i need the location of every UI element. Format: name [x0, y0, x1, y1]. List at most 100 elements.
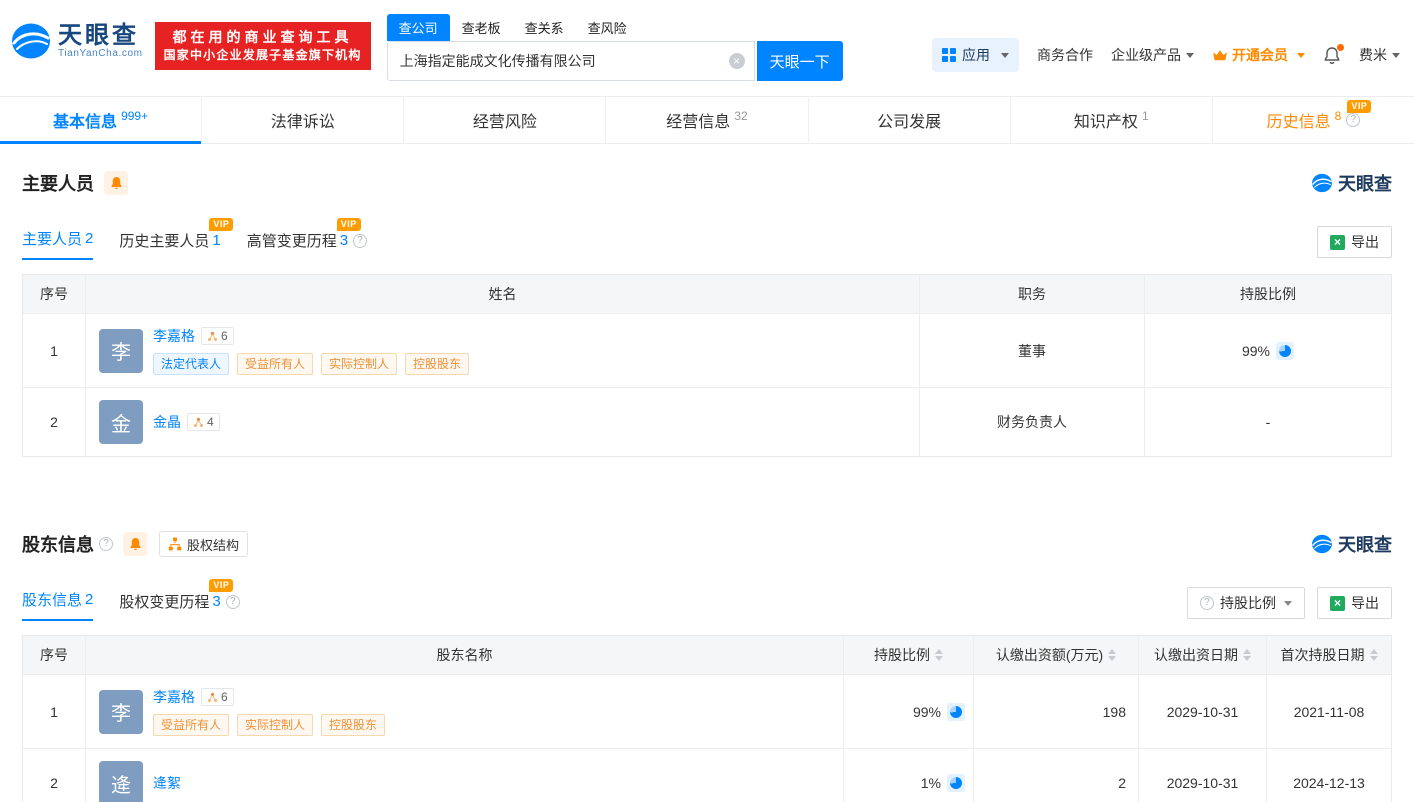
first-date-cell: 2021-11-08: [1267, 675, 1391, 748]
header-nav: 应用 商务合作 企业级产品 开通会员 费米: [932, 38, 1400, 72]
username: 费米: [1359, 45, 1387, 65]
apps-grid-icon: [942, 48, 956, 62]
tab-operating-risk[interactable]: 经营风险: [403, 97, 605, 143]
table-row: 1 李 李嘉格 6: [23, 313, 1391, 387]
caret-down-icon: [1186, 53, 1194, 58]
search-tab-boss[interactable]: 查老板: [450, 14, 513, 41]
col-header-subscribe-date[interactable]: 认缴出资日期: [1139, 636, 1267, 674]
tab-label: 基本信息: [53, 108, 117, 132]
relation-graph-badge[interactable]: 6: [201, 327, 234, 345]
subtab-shareholders[interactable]: 股东信息 2: [22, 589, 93, 621]
avatar[interactable]: 逄: [99, 761, 143, 802]
search-tab-risk[interactable]: 查风险: [576, 14, 639, 41]
search-input[interactable]: [387, 41, 755, 81]
col-header-amount[interactable]: 认缴出资额(万元): [974, 636, 1139, 674]
search-button[interactable]: 天眼一下: [757, 41, 843, 81]
person-tag[interactable]: 受益所有人: [237, 353, 313, 375]
relation-graph-badge[interactable]: 4: [187, 413, 220, 431]
pie-chart-icon[interactable]: [947, 703, 965, 721]
sort-icon[interactable]: [1243, 649, 1251, 661]
col-header-first-date[interactable]: 首次持股日期: [1267, 636, 1391, 674]
row-no: 2: [23, 388, 86, 456]
export-button[interactable]: 导出: [1317, 587, 1392, 619]
subtab-label: 股东信息: [22, 589, 82, 610]
tab-company-development[interactable]: 公司发展: [808, 97, 1010, 143]
shareholder-link[interactable]: 李嘉格: [153, 687, 195, 707]
nav-business-cooperation[interactable]: 商务合作: [1037, 45, 1093, 65]
tianyancha-logo[interactable]: 天眼查 TianYanCha.com: [10, 22, 143, 60]
shareholder-link[interactable]: 逄絮: [153, 773, 181, 793]
avatar[interactable]: 金: [99, 400, 143, 444]
col-header-ratio[interactable]: 持股比例: [844, 636, 974, 674]
tab-operating-info[interactable]: 经营信息 32: [605, 97, 807, 143]
person-tag[interactable]: 控股股东: [321, 714, 385, 736]
person-cell: 李 李嘉格 6: [86, 314, 920, 387]
avatar[interactable]: 李: [99, 690, 143, 734]
tianyancha-logo-icon: [1311, 534, 1333, 554]
table-row: 2 逄 逄絮 1% 2 2029-10-31 2024-12-13: [23, 748, 1391, 802]
org-chart-icon: [168, 537, 182, 551]
caret-down-icon: [1297, 53, 1305, 58]
ratio-filter-button[interactable]: ? 持股比例: [1187, 587, 1305, 619]
person-link[interactable]: 李嘉格: [153, 326, 195, 346]
subtab-count: 2: [85, 591, 93, 608]
sort-icon[interactable]: [1370, 649, 1378, 661]
subtab-history-staff[interactable]: 历史主要人员 VIP 1: [119, 230, 220, 260]
relation-graph-badge[interactable]: 6: [201, 688, 234, 706]
clear-icon[interactable]: ×: [729, 53, 745, 69]
tab-badge: 1: [1142, 109, 1149, 123]
subtab-main-staff[interactable]: 主要人员 2: [22, 228, 93, 260]
notification-bell-icon[interactable]: [1323, 46, 1341, 65]
logo-text: 天眼查 TianYanCha.com: [58, 23, 143, 59]
tianyancha-watermark: 天眼查: [1311, 531, 1392, 557]
person-tag[interactable]: 控股股东: [405, 353, 469, 375]
logo-brand: 天眼查: [58, 23, 143, 48]
tab-legal-proceedings[interactable]: 法律诉讼: [201, 97, 403, 143]
ratio-value: 1%: [921, 775, 941, 791]
staff-table: 序号 姓名 职务 持股比例 1 李 李嘉格: [22, 274, 1392, 457]
user-menu[interactable]: 费米: [1359, 45, 1400, 65]
person-tag[interactable]: 法定代表人: [153, 353, 229, 375]
subtab-count: VIP 3: [212, 593, 220, 610]
tab-intellectual-property[interactable]: 知识产权 1: [1010, 97, 1212, 143]
help-icon[interactable]: ?: [1346, 113, 1360, 127]
page-content: 主要人员 天眼查 主要人员 2 历史主要人员 VIP 1: [0, 170, 1414, 802]
watermark-label: 天眼查: [1338, 170, 1392, 196]
monitor-bell-button[interactable]: [104, 171, 128, 195]
vip-badge: VIP: [209, 218, 233, 231]
tab-label: 法律诉讼: [271, 108, 335, 132]
sort-icon[interactable]: [1108, 649, 1116, 661]
export-button[interactable]: 导出: [1317, 226, 1392, 258]
pie-chart-icon[interactable]: [947, 774, 965, 792]
pie-chart-icon[interactable]: [1276, 342, 1294, 360]
search-tab-company[interactable]: 查公司: [387, 14, 450, 41]
tab-label: 知识产权: [1074, 108, 1138, 132]
first-date-cell: 2024-12-13: [1267, 749, 1391, 802]
help-icon[interactable]: ?: [226, 595, 240, 609]
tianyancha-logo-icon: [1311, 173, 1333, 193]
tab-history-info[interactable]: VIP 历史信息 8 ?: [1212, 97, 1414, 143]
subtab-executive-changes[interactable]: 高管变更历程 VIP 3 ?: [247, 230, 367, 260]
nav-enterprise-products[interactable]: 企业级产品: [1111, 45, 1194, 65]
help-icon: ?: [1200, 596, 1214, 610]
apps-menu-button[interactable]: 应用: [932, 38, 1019, 72]
subtab-equity-changes[interactable]: 股权变更历程 VIP 3 ?: [119, 591, 239, 621]
vip-badge: VIP: [209, 579, 233, 592]
shareholder-cell: 李 李嘉格 6: [86, 675, 844, 748]
subtab-label: 股权变更历程: [119, 591, 209, 612]
monitor-bell-button[interactable]: [123, 532, 147, 556]
person-tag[interactable]: 受益所有人: [153, 714, 229, 736]
search-tab-relation[interactable]: 查关系: [513, 14, 576, 41]
help-icon[interactable]: ?: [353, 234, 367, 248]
avatar[interactable]: 李: [99, 329, 143, 373]
equity-structure-button[interactable]: 股权结构: [159, 531, 248, 557]
person-link[interactable]: 金晶: [153, 412, 181, 432]
ratio-cell: -: [1145, 388, 1391, 456]
nav-upgrade-vip[interactable]: 开通会员: [1212, 45, 1305, 65]
person-tag[interactable]: 实际控制人: [321, 353, 397, 375]
help-icon[interactable]: ?: [99, 537, 113, 551]
caret-down-icon: [1001, 53, 1009, 58]
tab-basic-info[interactable]: 基本信息 999+: [0, 97, 201, 143]
person-tag[interactable]: 实际控制人: [237, 714, 313, 736]
sort-icon[interactable]: [935, 649, 943, 661]
